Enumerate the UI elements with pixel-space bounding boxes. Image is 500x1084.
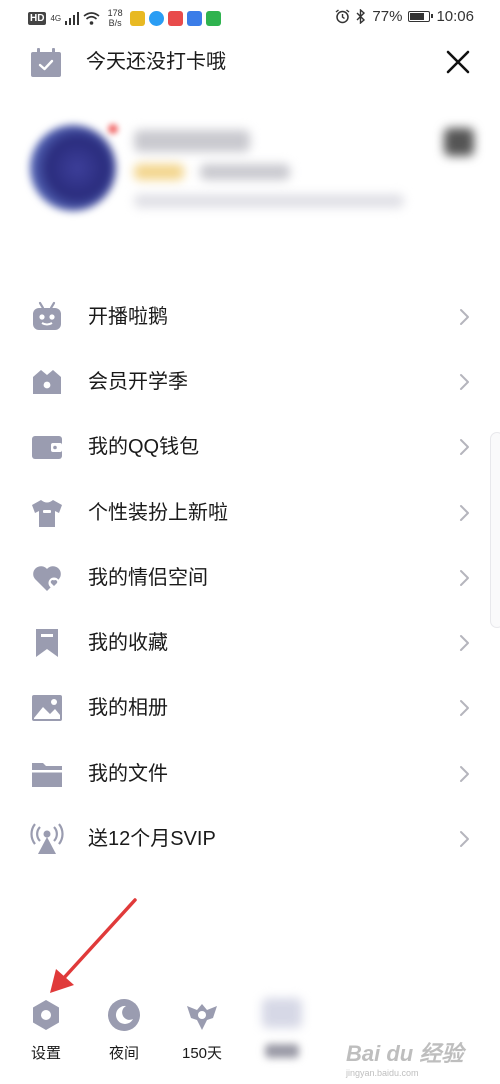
battery-percent: 77% [372, 8, 403, 25]
profile-card[interactable] [0, 110, 500, 240]
blurred-weather-icon [262, 998, 302, 1028]
menu-item-label: 个性装扮上新啦 [88, 501, 228, 524]
menu-item[interactable]: 我的情侣空间 [0, 545, 500, 610]
notification-dot [108, 124, 118, 134]
menu-item-label: 送12个月SVIP [88, 828, 216, 851]
menu-item[interactable]: 我的收藏 [0, 610, 500, 675]
calendar-check-icon[interactable] [30, 48, 62, 78]
blurred-signature [134, 194, 404, 208]
chevron-right-icon [459, 634, 471, 652]
broadcast-icon [30, 822, 64, 856]
chevron-right-icon [459, 373, 471, 391]
menu-item[interactable]: 个性装扮上新啦 [0, 480, 500, 545]
menu-item[interactable]: 我的QQ钱包 [0, 415, 500, 480]
blurred-weather-button[interactable] [250, 998, 314, 1058]
chevron-right-icon [459, 699, 471, 717]
network-type: 4G [50, 13, 62, 23]
avatar[interactable] [30, 125, 116, 211]
blurred-qr[interactable] [444, 128, 474, 156]
signal-icon [65, 11, 80, 25]
night-mode-label: 夜间 [108, 1045, 139, 1062]
tshirt-icon [30, 496, 64, 530]
menu-item-label: 开播啦鹅 [88, 305, 168, 328]
menu-item-label: 我的文件 [88, 762, 168, 785]
days-button[interactable]: 150天 [170, 998, 234, 1063]
app-notification-icon [206, 10, 222, 26]
bookmark-icon [30, 626, 64, 660]
net-speed-unit: B/s [108, 18, 122, 28]
chevron-right-icon [459, 569, 471, 587]
hd-badge: HD [28, 11, 47, 25]
moon-icon [108, 999, 140, 1031]
wifi-icon [83, 11, 100, 25]
menu-item[interactable]: 我的文件 [0, 741, 500, 806]
watermark-logo: Bai du 经验 jingyan.baidu.com [346, 1036, 486, 1080]
blurred-weather-label [265, 1044, 299, 1058]
blurred-badges [134, 164, 184, 180]
app-notification-icon [187, 10, 203, 26]
heart-icon [30, 561, 64, 595]
status-bar-left: HD 4G 178 B/s [28, 8, 222, 28]
net-speed-value: 178 [107, 8, 123, 18]
bluetooth-icon [356, 9, 366, 24]
penguin-wings-icon [187, 1004, 217, 1030]
menu-item[interactable]: 开播啦鹅 [0, 284, 500, 349]
wallet-icon [30, 430, 64, 464]
menu-item-label: 我的QQ钱包 [88, 436, 200, 459]
robot-icon [30, 300, 64, 334]
blurred-nickname [134, 130, 250, 152]
status-bar-right: 77% 10:06 [335, 8, 474, 25]
photo-icon [30, 691, 64, 725]
edge-panel-handle[interactable] [490, 432, 500, 628]
battery-icon [408, 11, 434, 22]
app-notification-icon [130, 10, 146, 26]
blurred-badges [200, 164, 290, 180]
menu-item-label: 我的收藏 [88, 632, 168, 655]
settings-button[interactable]: 设置 [14, 998, 78, 1063]
days-label: 150天 [181, 1045, 223, 1062]
folder-icon [30, 757, 64, 791]
chevron-right-icon [459, 308, 471, 326]
alarm-icon [335, 9, 350, 24]
menu-item-label: 我的相册 [88, 697, 168, 720]
chevron-right-icon [459, 830, 471, 848]
watermark-text: Bai du 经验 [346, 1041, 464, 1066]
chevron-right-icon [459, 765, 471, 783]
side-menu: 开播啦鹅会员开学季我的QQ钱包个性装扮上新啦 我的情侣空间 我的收藏我的相册我的文件… [0, 284, 500, 872]
vip-crown-icon [30, 365, 64, 399]
checkin-status-text[interactable]: 今天还没打卡哦 [86, 48, 226, 76]
close-icon[interactable] [440, 44, 476, 80]
app-notification-icon [168, 10, 184, 26]
menu-item-label: 我的情侣空间 [88, 566, 208, 589]
menu-item-label: 会员开学季 [88, 370, 188, 393]
chevron-right-icon [459, 438, 471, 456]
settings-label: 设置 [30, 1045, 61, 1062]
annotation-arrow-icon [50, 898, 137, 993]
app-notification-icon [149, 10, 165, 26]
watermark-sub: jingyan.baidu.com [346, 1068, 419, 1078]
chevron-right-icon [459, 504, 471, 522]
settings-hexagon-icon [33, 1000, 59, 1030]
menu-item[interactable]: 送12个月SVIP [0, 806, 500, 871]
clock: 10:06 [436, 8, 474, 25]
net-speed: 178 B/s [104, 8, 126, 28]
menu-item[interactable]: 我的相册 [0, 676, 500, 741]
status-bar: HD 4G 178 B/s 77% 10:06 [0, 0, 500, 36]
menu-item[interactable]: 会员开学季 [0, 349, 500, 414]
night-mode-button[interactable]: 夜间 [92, 998, 156, 1063]
